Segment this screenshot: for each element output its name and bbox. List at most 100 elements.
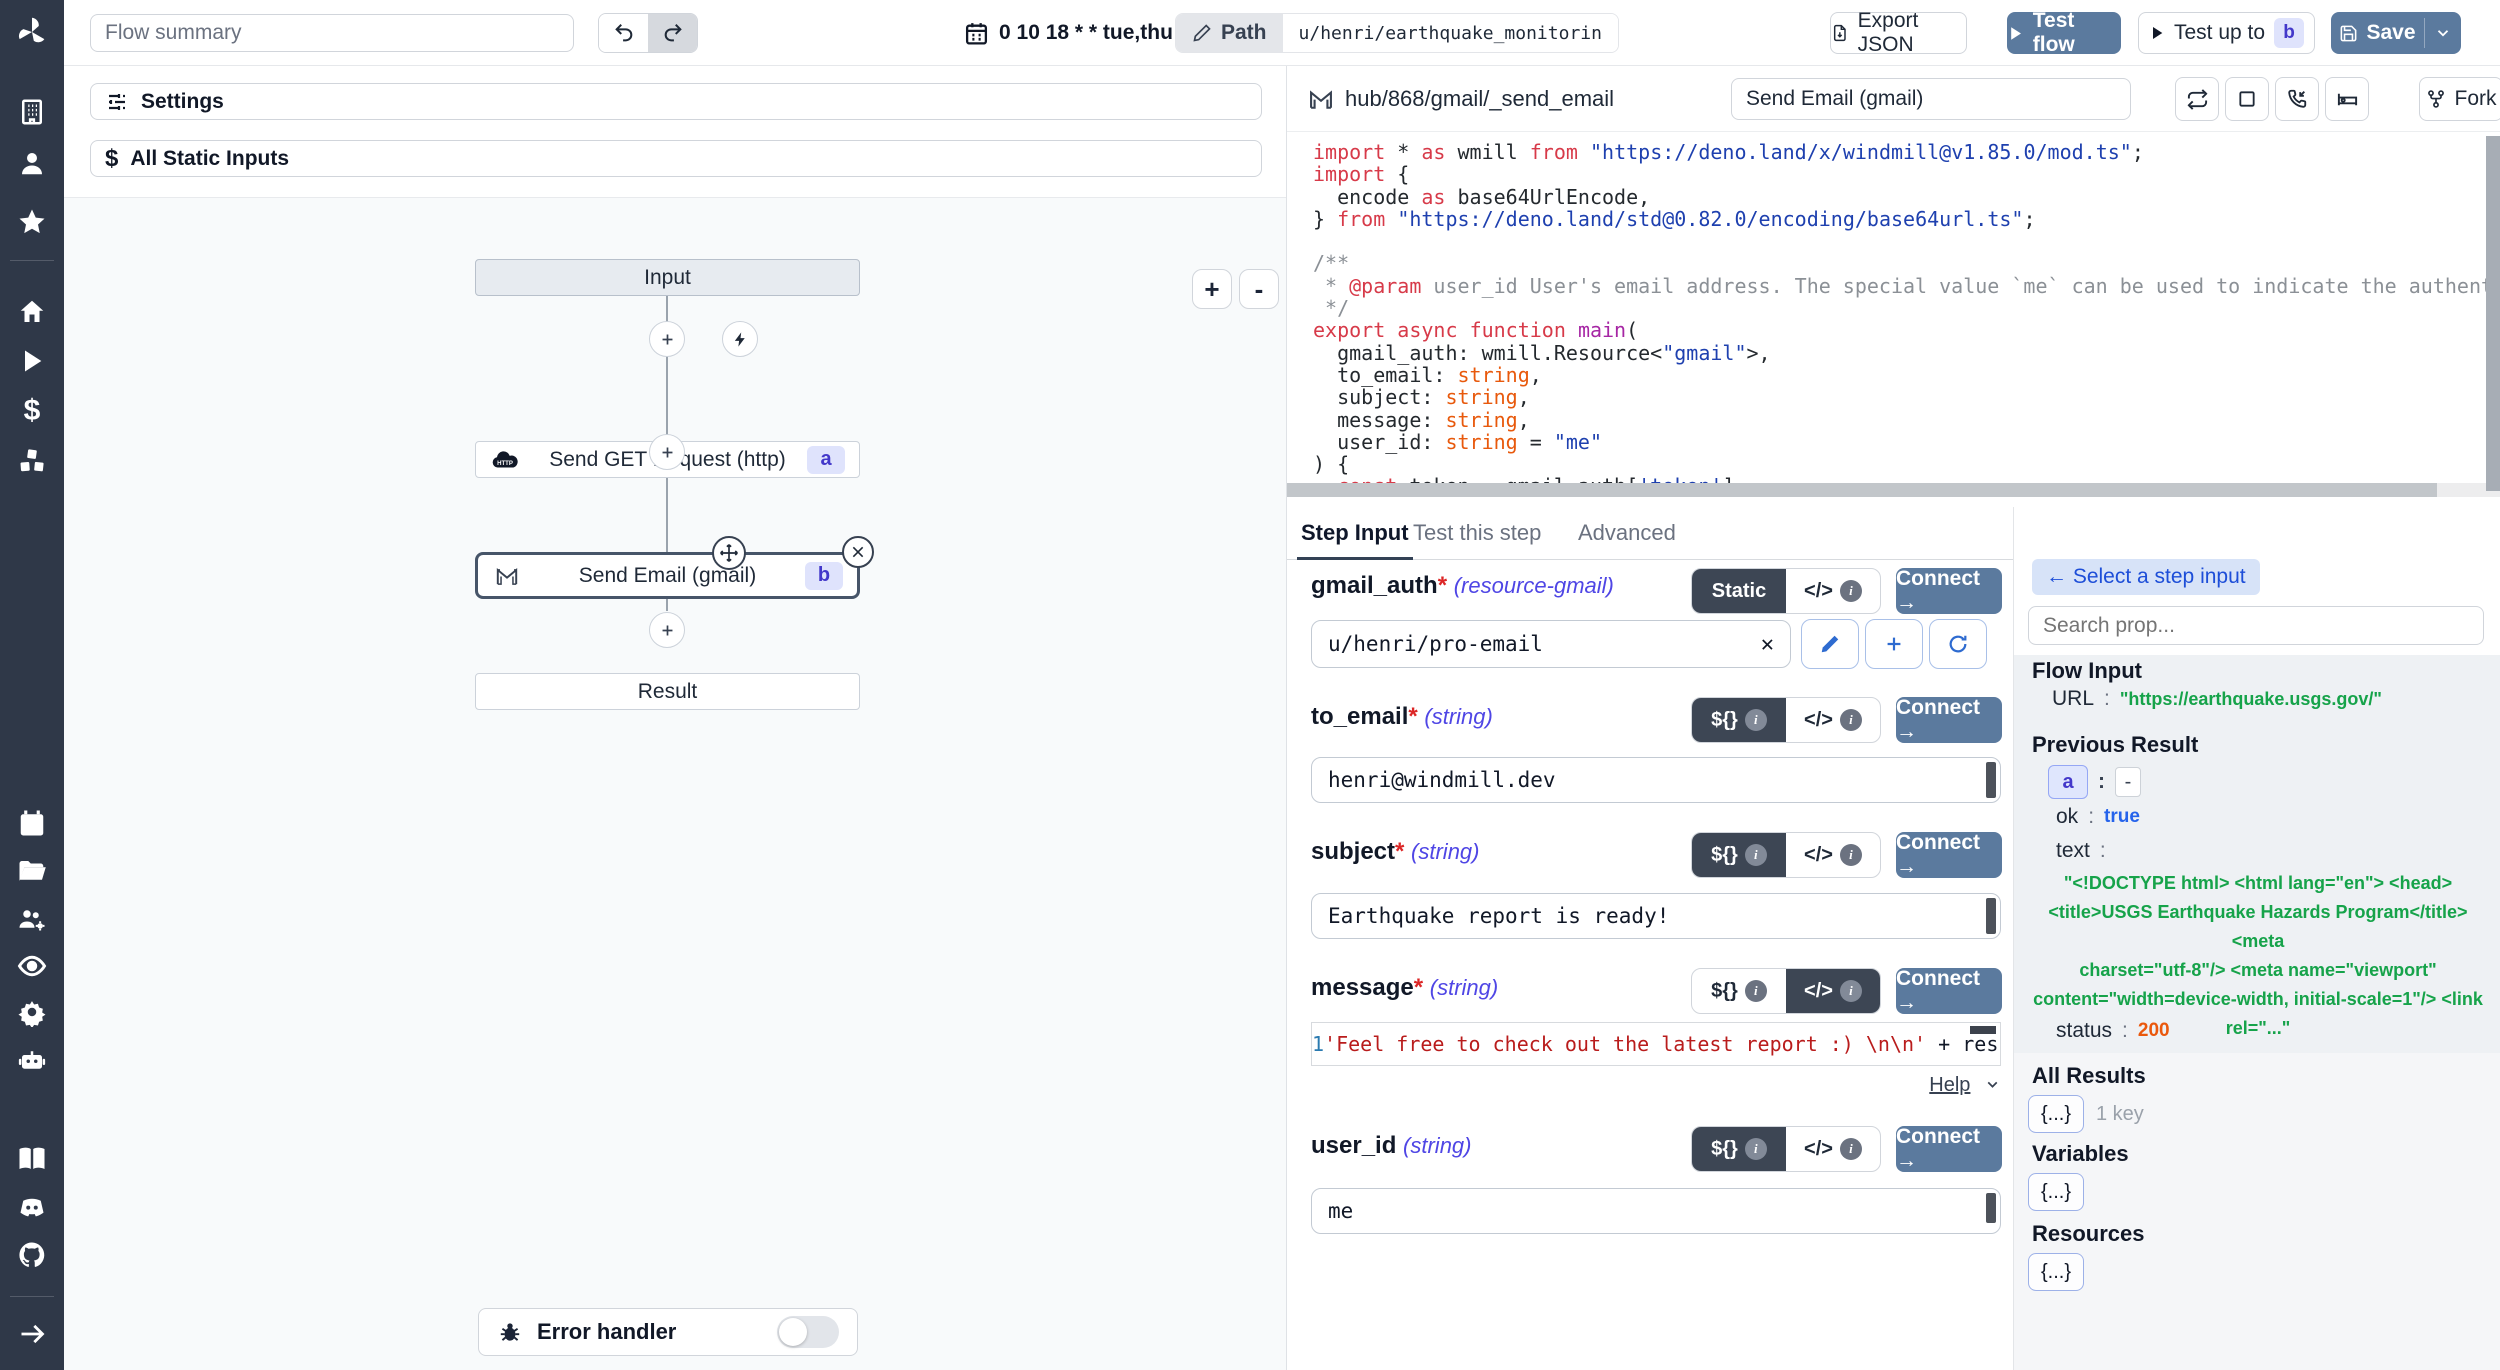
static-mode-button[interactable]: Static <box>1692 569 1786 613</box>
code-mode-button[interactable]: </> i <box>1786 569 1880 613</box>
tab-advanced[interactable]: Advanced <box>1574 507 1680 560</box>
all-results-object-chip[interactable]: {...} <box>2028 1095 2084 1133</box>
subject-connect-button[interactable]: Connect → <box>1896 832 2002 878</box>
code-mode-button[interactable]: </>i <box>1786 1127 1880 1171</box>
add-resource-button[interactable] <box>1865 619 1923 669</box>
docs-book-icon[interactable] <box>0 1144 64 1174</box>
step-summary-input[interactable]: Send Email (gmail) <box>1731 78 2131 120</box>
result-ok-row[interactable]: ok : true <box>2056 805 2140 829</box>
workers-bot-icon[interactable] <box>0 1045 64 1075</box>
path-value[interactable]: u/henri/earthquake_monitorin <box>1283 14 1618 52</box>
code-vertical-scrollbar[interactable] <box>2486 136 2500 491</box>
editor-scrollbar[interactable] <box>1970 1026 1996 1034</box>
settings-gear-icon[interactable] <box>0 997 64 1027</box>
script-hub-path[interactable]: hub/868/gmail/_send_email <box>1345 86 1614 112</box>
schedule-display[interactable]: 0 10 18 * * tue,thu <box>964 17 1173 49</box>
resources-object-chip[interactable]: {...} <box>2028 1253 2084 1291</box>
edit-path-button[interactable]: Path <box>1176 14 1283 52</box>
search-prop-input[interactable] <box>2028 606 2484 645</box>
sleep-bed-button[interactable] <box>2325 77 2369 121</box>
gmail-auth-resource-input[interactable]: u/henri/pro-email ✕ <box>1311 620 1791 668</box>
code-mode-button[interactable]: </>i <box>1786 833 1880 877</box>
edit-resource-button[interactable] <box>1801 619 1859 669</box>
info-icon[interactable]: i <box>1840 709 1862 731</box>
refresh-resource-button[interactable] <box>1929 619 1987 669</box>
subject-input[interactable]: Earthquake report is ready! <box>1311 893 2001 939</box>
zoom-out-button[interactable]: - <box>1239 269 1279 309</box>
error-handler-card[interactable]: Error handler <box>478 1308 858 1356</box>
step-a-badge[interactable]: a <box>2048 765 2088 799</box>
save-button[interactable]: Save <box>2331 12 2424 54</box>
user-id-input[interactable]: me <box>1311 1188 2001 1234</box>
input-scrollbar[interactable] <box>1986 762 1996 798</box>
tab-test-this-step[interactable]: Test this step <box>1409 507 1545 560</box>
template-mode-button[interactable]: ${}i <box>1692 1127 1786 1171</box>
info-icon[interactable]: i <box>1745 844 1767 866</box>
info-icon[interactable]: i <box>1840 844 1862 866</box>
user-id-connect-button[interactable]: Connect → <box>1896 1126 2002 1172</box>
add-step-button[interactable] <box>649 321 685 357</box>
variables-object-chip[interactable]: {...} <box>2028 1173 2084 1211</box>
flow-graph-canvas[interactable]: + - Input HTTP Send GET Request (http) a <box>64 197 1286 1370</box>
result-text-row[interactable]: text : <box>2056 839 2106 863</box>
info-icon[interactable]: i <box>1745 1138 1767 1160</box>
flow-settings-button[interactable]: Settings <box>90 83 1262 120</box>
zoom-in-button[interactable]: + <box>1192 269 1232 309</box>
github-icon[interactable] <box>0 1240 64 1270</box>
previous-result-a-row[interactable]: a : - <box>2048 765 2141 799</box>
star-icon[interactable] <box>0 207 64 237</box>
code-editor[interactable]: import * as wmill from "https://deno.lan… <box>1287 132 2500 497</box>
runs-play-icon[interactable] <box>0 347 64 375</box>
add-step-button[interactable] <box>649 612 685 648</box>
to-email-connect-button[interactable]: Connect → <box>1896 697 2002 743</box>
variables-dollar-icon[interactable]: $ <box>0 394 64 428</box>
flow-input-url-row[interactable]: URL : "https://earthquake.usgs.gov/" <box>2052 687 2382 711</box>
text-value[interactable]: "<!DOCTYPE html> <html lang="en"> <head>… <box>2032 869 2484 1043</box>
add-trigger-button[interactable] <box>722 321 758 357</box>
result-status-row[interactable]: status : 200 <box>2056 1019 2170 1043</box>
code-mode-button[interactable]: </>i <box>1786 969 1880 1013</box>
error-handler-toggle[interactable] <box>777 1316 839 1348</box>
audit-eye-icon[interactable] <box>0 951 64 981</box>
fork-button[interactable]: Fork <box>2419 77 2500 121</box>
delete-step-button[interactable] <box>842 536 874 568</box>
scrollbar-thumb[interactable] <box>1287 483 2437 497</box>
template-mode-button[interactable]: ${}i <box>1692 969 1786 1013</box>
step-a-value[interactable]: - <box>2115 767 2141 797</box>
user-icon[interactable] <box>0 148 64 178</box>
test-up-to-button[interactable]: Test up to b <box>2138 12 2315 54</box>
test-flow-button[interactable]: Test flow <box>2007 12 2121 54</box>
info-icon[interactable]: i <box>1745 709 1767 731</box>
home-icon[interactable] <box>0 297 64 327</box>
move-step-handle[interactable] <box>712 536 746 570</box>
to-email-input[interactable]: henri@windmill.dev <box>1311 757 2001 803</box>
template-mode-button[interactable]: ${}i <box>1692 698 1786 742</box>
schedules-calendar-icon[interactable] <box>0 808 64 838</box>
sync-script-button[interactable] <box>2175 77 2219 121</box>
flow-node-input[interactable]: Input <box>475 259 860 296</box>
groups-icon[interactable] <box>0 904 64 934</box>
resources-cubes-icon[interactable] <box>0 446 64 476</box>
message-code-editor[interactable]: 1 'Feel free to check out the latest rep… <box>1311 1022 2001 1066</box>
info-icon[interactable]: i <box>1840 980 1862 1002</box>
discord-icon[interactable] <box>0 1192 64 1222</box>
save-dropdown-button[interactable] <box>2425 12 2461 54</box>
tab-step-input[interactable]: Step Input <box>1297 507 1413 560</box>
select-step-input-button[interactable]: ← Select a step input <box>2032 559 2260 595</box>
redo-button[interactable] <box>648 14 697 52</box>
add-step-button[interactable] <box>649 434 685 470</box>
flow-node-b-selected[interactable]: Send Email (gmail) b <box>475 552 860 599</box>
code-horizontal-scrollbar[interactable] <box>1287 483 2500 497</box>
expand-sidebar-arrow-icon[interactable] <box>0 1320 64 1348</box>
info-icon[interactable]: i <box>1840 1138 1862 1160</box>
template-mode-button[interactable]: ${}i <box>1692 833 1786 877</box>
flow-node-result[interactable]: Result <box>475 673 860 710</box>
input-scrollbar[interactable] <box>1986 898 1996 934</box>
windmill-logo-icon[interactable] <box>0 14 64 50</box>
workspace-icon[interactable] <box>0 97 64 127</box>
expand-editor-button[interactable] <box>2225 77 2269 121</box>
code-mode-button[interactable]: </>i <box>1786 698 1880 742</box>
info-icon[interactable]: i <box>1745 980 1767 1002</box>
webhook-call-button[interactable] <box>2275 77 2319 121</box>
input-scrollbar[interactable] <box>1986 1193 1996 1223</box>
